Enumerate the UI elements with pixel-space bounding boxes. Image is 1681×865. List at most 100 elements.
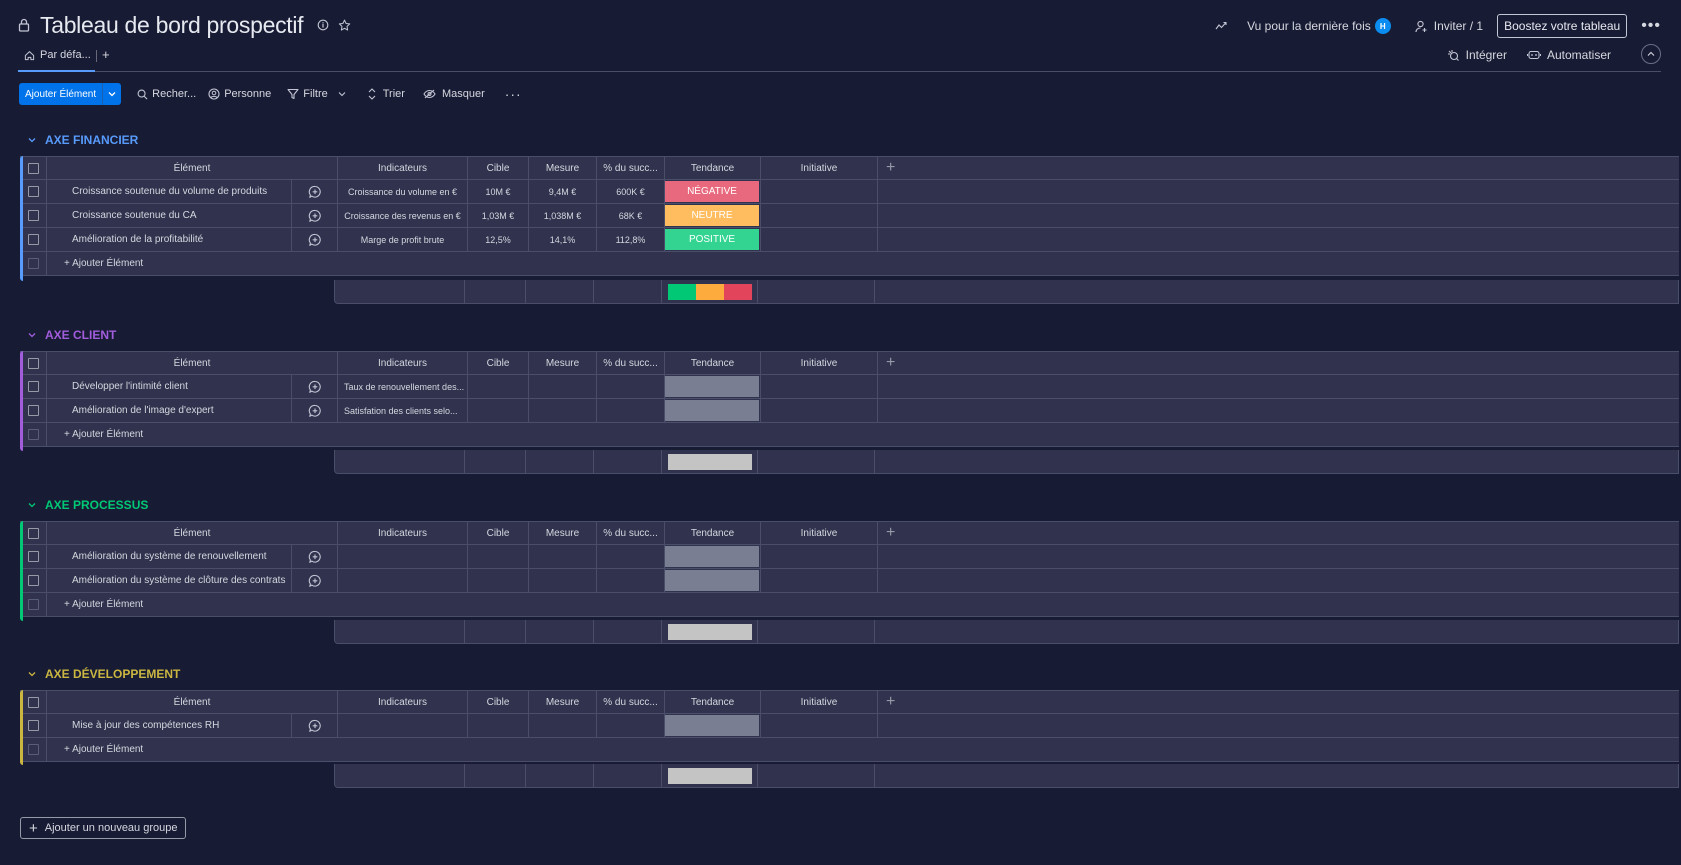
- person-filter-button[interactable]: Personne: [208, 88, 271, 100]
- add-item-row[interactable]: + Ajouter Élément: [20, 423, 1679, 447]
- row-checkbox[interactable]: [27, 720, 39, 731]
- indicateur-cell[interactable]: [338, 569, 468, 592]
- tab-default-view[interactable]: Par défa...: [24, 49, 91, 61]
- initiative-cell[interactable]: [761, 545, 878, 568]
- row-checkbox[interactable]: [27, 210, 39, 221]
- collapse-header-button[interactable]: [1641, 44, 1661, 64]
- select-all-checkbox[interactable]: [27, 527, 39, 539]
- row-checkbox[interactable]: [27, 234, 39, 245]
- table-row[interactable]: Mise à jour des compétences RH: [20, 714, 1679, 738]
- add-item-dropdown[interactable]: [103, 83, 121, 105]
- column-header-tendance[interactable]: Tendance: [665, 691, 761, 713]
- add-column-button[interactable]: +: [878, 522, 1679, 544]
- add-item-row[interactable]: + Ajouter Élément: [20, 252, 1679, 276]
- cible-cell[interactable]: [468, 569, 529, 592]
- indicateur-cell[interactable]: [338, 714, 468, 737]
- indicateur-cell[interactable]: Satisfation des clients selo...: [338, 399, 468, 422]
- summary-segment[interactable]: [667, 767, 752, 784]
- sort-button[interactable]: Trier: [368, 88, 405, 100]
- mesure-cell[interactable]: [529, 375, 597, 398]
- group-title[interactable]: AXE DÉVELOPPEMENT: [28, 667, 180, 681]
- row-checkbox[interactable]: [27, 551, 39, 562]
- column-header-mesure[interactable]: Mesure: [529, 522, 597, 544]
- add-update-icon[interactable]: [292, 228, 338, 251]
- summary-segment[interactable]: [667, 623, 752, 640]
- invite-button[interactable]: Inviter / 1: [1415, 19, 1483, 33]
- hide-button[interactable]: Masquer: [423, 88, 485, 100]
- succes-cell[interactable]: 112,8%: [597, 228, 665, 251]
- tendance-cell[interactable]: POSITIVE: [665, 228, 761, 251]
- column-header-initiative[interactable]: Initiative: [761, 157, 878, 179]
- initiative-cell[interactable]: [761, 228, 878, 251]
- column-header-mesure[interactable]: Mesure: [529, 352, 597, 374]
- select-all-checkbox[interactable]: [27, 357, 39, 369]
- item-name[interactable]: Amélioration de l'image d'expert: [47, 399, 292, 422]
- add-update-icon[interactable]: [292, 180, 338, 203]
- chevron-down-icon[interactable]: [28, 500, 36, 510]
- add-view-button[interactable]: +: [102, 47, 110, 62]
- column-header-mesure[interactable]: Mesure: [529, 691, 597, 713]
- column-header-cible[interactable]: Cible: [468, 522, 529, 544]
- summary-segment[interactable]: [667, 283, 696, 300]
- star-icon[interactable]: [338, 19, 351, 32]
- column-header-cible[interactable]: Cible: [468, 691, 529, 713]
- indicateur-cell[interactable]: Taux de renouvellement des...: [338, 375, 468, 398]
- add-update-icon[interactable]: [292, 204, 338, 227]
- tendance-cell[interactable]: NEUTRE: [665, 204, 761, 227]
- status-distribution-bar[interactable]: [667, 283, 752, 300]
- item-name[interactable]: Croissance soutenue du volume de produit…: [47, 180, 292, 203]
- column-header-tendance[interactable]: Tendance: [665, 352, 761, 374]
- cible-cell[interactable]: [468, 399, 529, 422]
- item-name[interactable]: Amélioration du système de renouvellemen…: [47, 545, 292, 568]
- column-header-cible[interactable]: Cible: [468, 352, 529, 374]
- select-all-checkbox[interactable]: [27, 696, 39, 708]
- succes-cell[interactable]: [597, 399, 665, 422]
- table-row[interactable]: Croissance soutenue du CA Croissance des …: [20, 204, 1679, 228]
- integrate-button[interactable]: Intégrer: [1447, 48, 1507, 62]
- cible-cell[interactable]: [468, 375, 529, 398]
- mesure-cell[interactable]: 1,038M €: [529, 204, 597, 227]
- initiative-cell[interactable]: [761, 399, 878, 422]
- tendance-cell[interactable]: [665, 714, 761, 737]
- row-checkbox[interactable]: [27, 381, 39, 392]
- row-checkbox[interactable]: [27, 405, 39, 416]
- initiative-cell[interactable]: [761, 180, 878, 203]
- add-update-icon[interactable]: [292, 399, 338, 422]
- tendance-cell[interactable]: [665, 399, 761, 422]
- column-header-indicateurs[interactable]: Indicateurs: [338, 352, 468, 374]
- chevron-down-icon[interactable]: [28, 330, 36, 340]
- initiative-cell[interactable]: [761, 204, 878, 227]
- add-column-button[interactable]: +: [878, 691, 1679, 713]
- add-item-input[interactable]: + Ajouter Élément: [47, 738, 1679, 761]
- table-row[interactable]: Amélioration du système de clôture des c…: [20, 569, 1679, 593]
- column-header-initiative[interactable]: Initiative: [761, 522, 878, 544]
- group-title[interactable]: AXE CLIENT: [28, 328, 116, 342]
- add-update-icon[interactable]: [292, 714, 338, 737]
- info-icon[interactable]: [317, 19, 329, 31]
- succes-cell[interactable]: [597, 375, 665, 398]
- cible-cell[interactable]: [468, 545, 529, 568]
- succes-cell[interactable]: [597, 714, 665, 737]
- table-row[interactable]: Amélioration de la profitabilité Marge de…: [20, 228, 1679, 252]
- column-header-succes[interactable]: % du succ...: [597, 157, 665, 179]
- indicateur-cell[interactable]: Marge de profit brute: [338, 228, 468, 251]
- table-row[interactable]: Amélioration de l'image d'expert Satisfat…: [20, 399, 1679, 423]
- column-header-indicateurs[interactable]: Indicateurs: [338, 691, 468, 713]
- column-header-indicateurs[interactable]: Indicateurs: [338, 157, 468, 179]
- activity-icon[interactable]: [1215, 21, 1227, 31]
- mesure-cell[interactable]: 9,4M €: [529, 180, 597, 203]
- indicateur-cell[interactable]: Croissance des revenus en €: [338, 204, 468, 227]
- chevron-down-icon[interactable]: [28, 669, 36, 679]
- group-title[interactable]: AXE FINANCIER: [28, 133, 138, 147]
- status-distribution-bar[interactable]: [667, 623, 752, 640]
- column-header-mesure[interactable]: Mesure: [529, 157, 597, 179]
- table-row[interactable]: Développer l'intimité client Taux de reno…: [20, 375, 1679, 399]
- last-seen-button[interactable]: Vu pour la dernière fois H: [1247, 18, 1391, 34]
- add-item-input[interactable]: + Ajouter Élément: [47, 593, 1679, 616]
- initiative-cell[interactable]: [761, 375, 878, 398]
- summary-segment[interactable]: [723, 283, 752, 300]
- column-header-element[interactable]: Élément: [47, 352, 338, 374]
- tendance-cell[interactable]: [665, 545, 761, 568]
- tendance-cell[interactable]: [665, 375, 761, 398]
- cible-cell[interactable]: 12,5%: [468, 228, 529, 251]
